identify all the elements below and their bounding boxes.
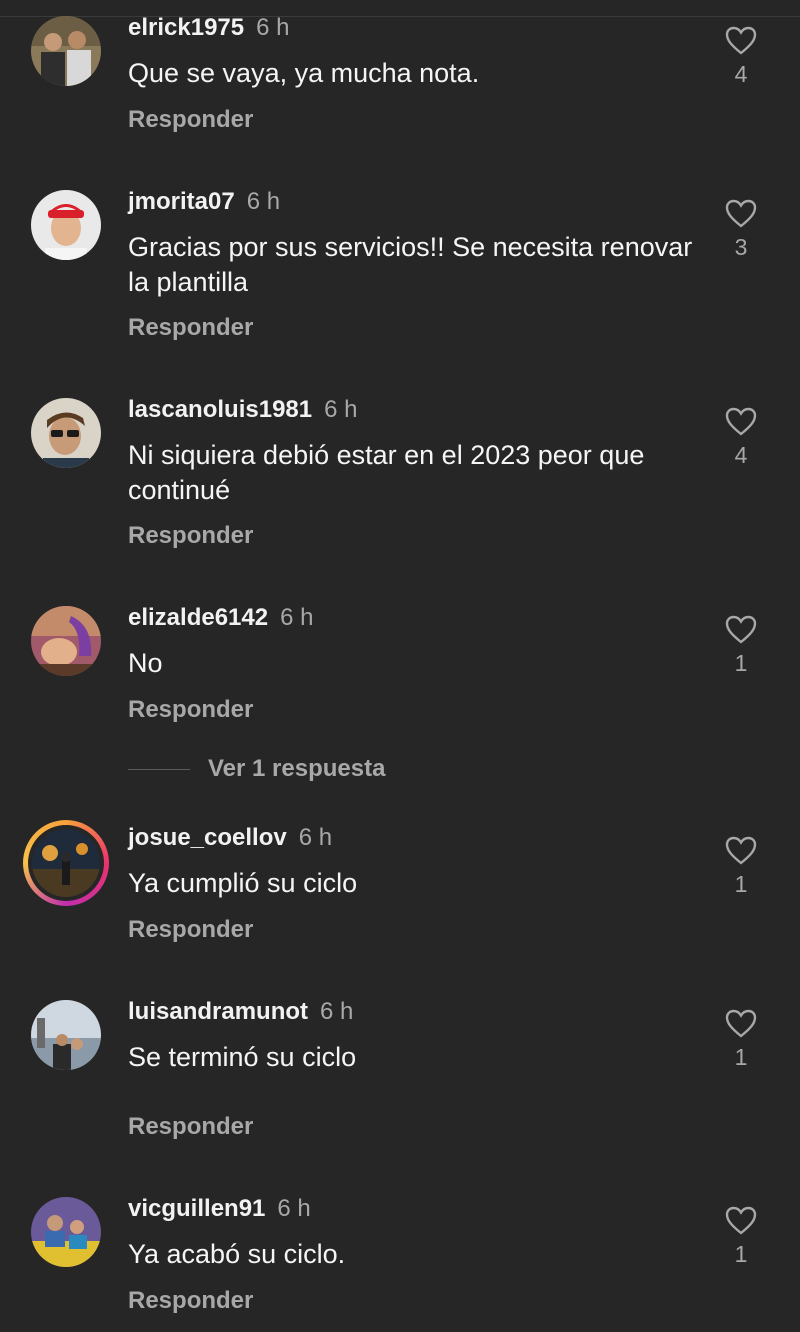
reply-button[interactable]: Responder: [128, 106, 253, 134]
heart-outline-icon: [725, 199, 757, 228]
comment-text: Ni siquiera debió estar en el 2023 peor …: [128, 440, 645, 505]
avatar[interactable]: [31, 1197, 101, 1267]
top-divider: [0, 0, 800, 17]
view-replies-button[interactable]: Ver 1 respuesta: [128, 755, 385, 783]
reply-button[interactable]: Responder: [128, 1287, 253, 1315]
heart-outline-icon: [725, 1009, 757, 1038]
comment-text: No: [128, 648, 163, 678]
comment-time: 6 h: [280, 604, 314, 631]
avatar[interactable]: [31, 606, 101, 676]
like-count: 4: [734, 61, 748, 87]
comment-text: Gracias por sus servicios!! Se necesita …: [128, 232, 693, 297]
comment-time: 6 h: [246, 188, 281, 215]
comments-page: elrick1975 6 h Que se vaya, ya mucha nota…: [0, 0, 800, 1332]
avatar-photo: [32, 829, 100, 897]
like-button[interactable]: 1: [720, 836, 762, 898]
reply-button[interactable]: Responder: [128, 696, 253, 724]
reply-button[interactable]: Responder: [128, 522, 253, 550]
username[interactable]: josue_coellov: [128, 824, 287, 851]
avatar[interactable]: [31, 16, 101, 86]
like-button[interactable]: 1: [720, 1009, 762, 1071]
like-button[interactable]: 1: [720, 615, 762, 677]
comment-text: Se terminó su ciclo: [128, 1042, 357, 1072]
like-count: 1: [734, 1044, 748, 1070]
like-count: 1: [734, 1241, 748, 1267]
like-count: 3: [734, 234, 748, 260]
heart-outline-icon: [725, 1206, 757, 1235]
comment-time: 6 h: [324, 396, 358, 423]
like-button[interactable]: 4: [720, 26, 762, 88]
username[interactable]: lascanoluis1981: [128, 396, 312, 423]
like-count: 1: [734, 871, 748, 897]
comment-time: 6 h: [256, 14, 290, 41]
reply-button[interactable]: Responder: [128, 916, 253, 944]
avatar[interactable]: [31, 1000, 101, 1070]
comment-time: 6 h: [277, 1195, 311, 1222]
like-count: 4: [734, 442, 748, 468]
comment-time: 6 h: [320, 998, 354, 1025]
username[interactable]: jmorita07: [128, 188, 235, 215]
heart-outline-icon: [725, 407, 757, 436]
comment-time: 6 h: [298, 824, 333, 851]
avatar[interactable]: [31, 190, 101, 260]
comment-text: Ya cumplió su ciclo: [128, 868, 358, 898]
heart-outline-icon: [725, 615, 757, 644]
story-ring-gap: [28, 825, 104, 901]
username[interactable]: elrick1975: [128, 14, 244, 41]
view-replies-label: Ver 1 respuesta: [208, 755, 386, 782]
like-count: 1: [734, 650, 748, 676]
like-button[interactable]: 1: [720, 1206, 762, 1268]
comment-text: Ya acabó su ciclo.: [128, 1239, 346, 1269]
heart-outline-icon: [725, 26, 757, 55]
replies-divider: [128, 769, 190, 771]
username[interactable]: vicguillen91: [128, 1195, 265, 1222]
avatar[interactable]: [31, 398, 101, 468]
comment-text: Que se vaya, ya mucha nota.: [128, 58, 480, 88]
username[interactable]: luisandramunot: [128, 998, 308, 1025]
reply-button[interactable]: Responder: [128, 1113, 253, 1141]
like-button[interactable]: 4: [720, 407, 762, 469]
username[interactable]: elizalde6142: [128, 604, 268, 631]
like-button[interactable]: 3: [720, 199, 762, 261]
heart-outline-icon: [725, 836, 757, 865]
avatar-with-story-ring[interactable]: [23, 820, 109, 906]
reply-button[interactable]: Responder: [128, 314, 253, 342]
